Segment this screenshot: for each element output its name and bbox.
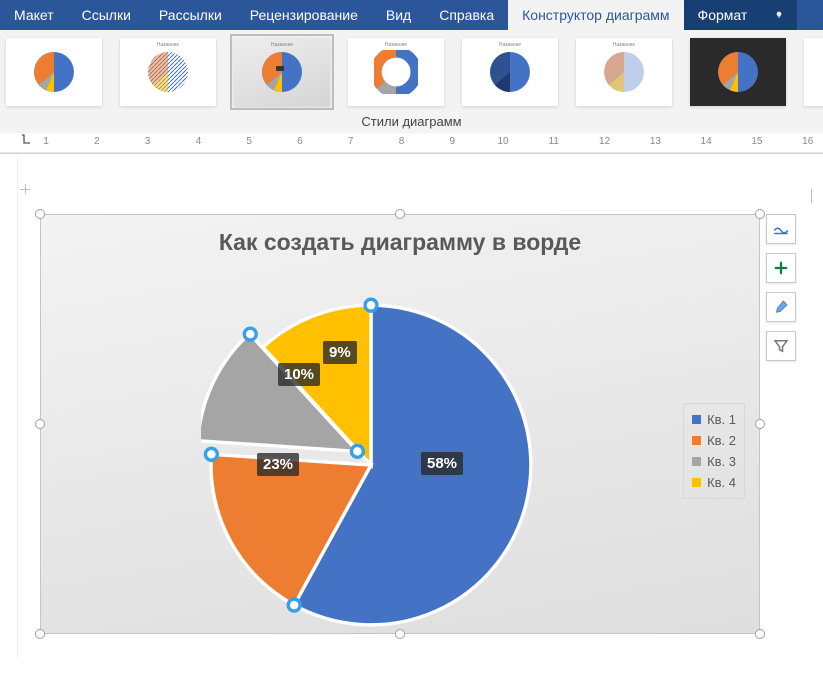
resize-handle-r[interactable] [755,419,765,429]
legend-label: Кв. 1 [707,412,736,427]
chart-styles-panel: Название Название [0,30,823,154]
horizontal-ruler[interactable]: 1 2 3 4 5 6 7 8 9 10 11 12 13 14 15 16 [0,133,823,153]
tab-chart-design[interactable]: Конструктор диаграмм [508,0,683,30]
layout-options-button[interactable] [766,214,796,244]
resize-handle-tl[interactable] [35,209,45,219]
pie-handle[interactable] [365,299,377,311]
tab-format[interactable]: Формат [684,0,762,30]
tab-mailings[interactable]: Рассылки [145,0,236,30]
ribbon-tabs: Макет Ссылки Рассылки Рецензирование Вид… [0,0,823,30]
tab-view[interactable]: Вид [372,0,425,30]
chart-object[interactable]: Как создать диаграмму в ворде 58% 23% 10… [40,214,760,634]
legend-swatch [692,436,701,445]
legend-label: Кв. 2 [707,433,736,448]
data-label-q3[interactable]: 10% [278,363,320,386]
chart-legend[interactable]: Кв. 1 Кв. 2 Кв. 3 Кв. 4 [683,403,745,499]
style-thumb-5[interactable]: Название [462,38,558,106]
chart-styles-button[interactable] [766,292,796,322]
resize-handle-t[interactable] [395,209,405,219]
style-thumb-2[interactable]: Название [120,38,216,106]
plus-icon [772,259,790,277]
resize-handle-l[interactable] [35,419,45,429]
legend-swatch [692,478,701,487]
data-label-q1[interactable]: 58% [421,452,463,475]
lightbulb-icon [775,6,783,24]
resize-handle-bl[interactable] [35,629,45,639]
chart-filters-button[interactable] [766,331,796,361]
tab-review[interactable]: Рецензирование [236,0,372,30]
tell-me-button[interactable] [761,0,797,30]
chart-styles-gallery: Название Название [0,36,823,110]
legend-item-q2[interactable]: Кв. 2 [692,430,736,451]
pie-handle[interactable] [288,599,300,611]
pie-chart[interactable] [201,295,541,635]
legend-label: Кв. 3 [707,454,736,469]
page-edge-right-marker [811,189,812,203]
brush-icon [772,298,790,316]
style-thumb-3[interactable]: Название [234,38,330,106]
legend-swatch [692,415,701,424]
legend-item-q3[interactable]: Кв. 3 [692,451,736,472]
ruler-scale: 1 2 3 4 5 6 7 8 9 10 11 12 13 14 15 16 [22,136,823,147]
style-thumb-1[interactable] [6,38,102,106]
resize-handle-tr[interactable] [755,209,765,219]
chart-title[interactable]: Как создать диаграмму в ворде [41,215,759,266]
gallery-label: Стили диаграмм [0,110,823,133]
style-thumb-4[interactable]: Название [348,38,444,106]
filter-icon [772,337,790,355]
style-thumb-7[interactable] [690,38,786,106]
pie-handle[interactable] [205,448,217,460]
legend-label: Кв. 4 [707,475,736,490]
legend-item-q4[interactable]: Кв. 4 [692,472,736,493]
tab-help[interactable]: Справка [425,0,508,30]
layout-options-icon [772,220,790,238]
pie-handle[interactable] [351,445,363,457]
chart-elements-button[interactable] [766,253,796,283]
tab-layout[interactable]: Макет [0,0,68,30]
resize-handle-br[interactable] [755,629,765,639]
data-label-q4[interactable]: 9% [323,341,357,364]
tab-links[interactable]: Ссылки [68,0,145,30]
style-thumb-6[interactable]: Название [576,38,672,106]
legend-item-q1[interactable]: Кв. 1 [692,409,736,430]
chart-side-buttons [766,214,796,361]
document-area: Как создать диаграмму в ворде 58% 23% 10… [0,154,823,659]
data-label-q2[interactable]: 23% [257,453,299,476]
legend-swatch [692,457,701,466]
pie-handle[interactable] [244,328,256,340]
vertical-ruler[interactable] [0,154,18,659]
style-thumb-8[interactable]: Название [804,38,823,106]
